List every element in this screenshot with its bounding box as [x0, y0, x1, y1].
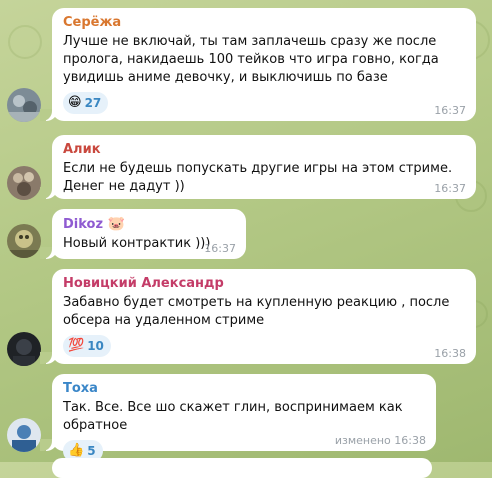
message-time: 16:38: [394, 434, 426, 447]
message-bubble[interactable]: Серёжа Лучше не включай, ты там заплачеш…: [40, 8, 476, 121]
avatar-image-icon: [7, 166, 41, 200]
message-bubble[interactable]: Тоха Так. Все. Все шо скажет глин, воспр…: [40, 374, 436, 462]
reaction-chip[interactable]: 💯 10: [63, 335, 111, 357]
message-text: Так. Все. Все шо скажет глин, воспринима…: [63, 400, 403, 433]
reaction-chip[interactable]: 😁 27: [63, 92, 109, 114]
message-text: Забавно будет смотреть на купленную реак…: [63, 295, 450, 328]
message-bubble-partial[interactable]: [52, 458, 432, 478]
message-author[interactable]: Тоха: [63, 380, 426, 398]
wallpaper-doodle: [8, 25, 42, 59]
message-author[interactable]: Алик: [63, 141, 466, 159]
edited-label: изменено: [334, 434, 391, 447]
reaction-count: 27: [84, 96, 102, 110]
message-text: Лучше не включай, ты там заплачешь сразу…: [63, 34, 439, 85]
reaction-count: 10: [87, 339, 104, 353]
reaction-emoji-icon: 😁: [68, 95, 82, 110]
avatar-image-icon: [7, 88, 41, 122]
message-time: 16:37: [204, 242, 236, 255]
message-author[interactable]: Dikoz: [63, 217, 103, 232]
reaction-emoji-icon: 💯: [68, 338, 85, 353]
message-bubble[interactable]: Новицкий Александр Забавно будет смотрет…: [40, 269, 476, 364]
message-author[interactable]: Серёжа: [63, 14, 466, 32]
message-time: 16:37: [434, 104, 466, 117]
message-bubble[interactable]: Алик Если не будешь попускать другие игр…: [40, 135, 476, 199]
avatar[interactable]: [7, 166, 41, 200]
avatar-image-icon: [7, 224, 41, 258]
message-time-row: изменено 16:38: [335, 434, 426, 447]
avatar[interactable]: [7, 88, 41, 122]
author-badge-icon: 🐷: [107, 216, 126, 232]
avatar-image-icon: [7, 418, 41, 452]
message-time: 16:38: [434, 347, 466, 360]
message-time: 16:37: [434, 182, 466, 195]
message-bubble[interactable]: Dikoz 🐷 Новый контрактик ))) 16:37: [40, 209, 246, 259]
avatar-image-icon: [7, 332, 41, 366]
message-author[interactable]: Новицкий Александр: [63, 275, 466, 293]
avatar[interactable]: [7, 224, 41, 258]
message-text: Если не будешь попускать другие игры на …: [63, 161, 453, 194]
message-author-row: Dikoz 🐷: [63, 215, 236, 234]
avatar[interactable]: [7, 418, 41, 452]
avatar[interactable]: [7, 332, 41, 366]
